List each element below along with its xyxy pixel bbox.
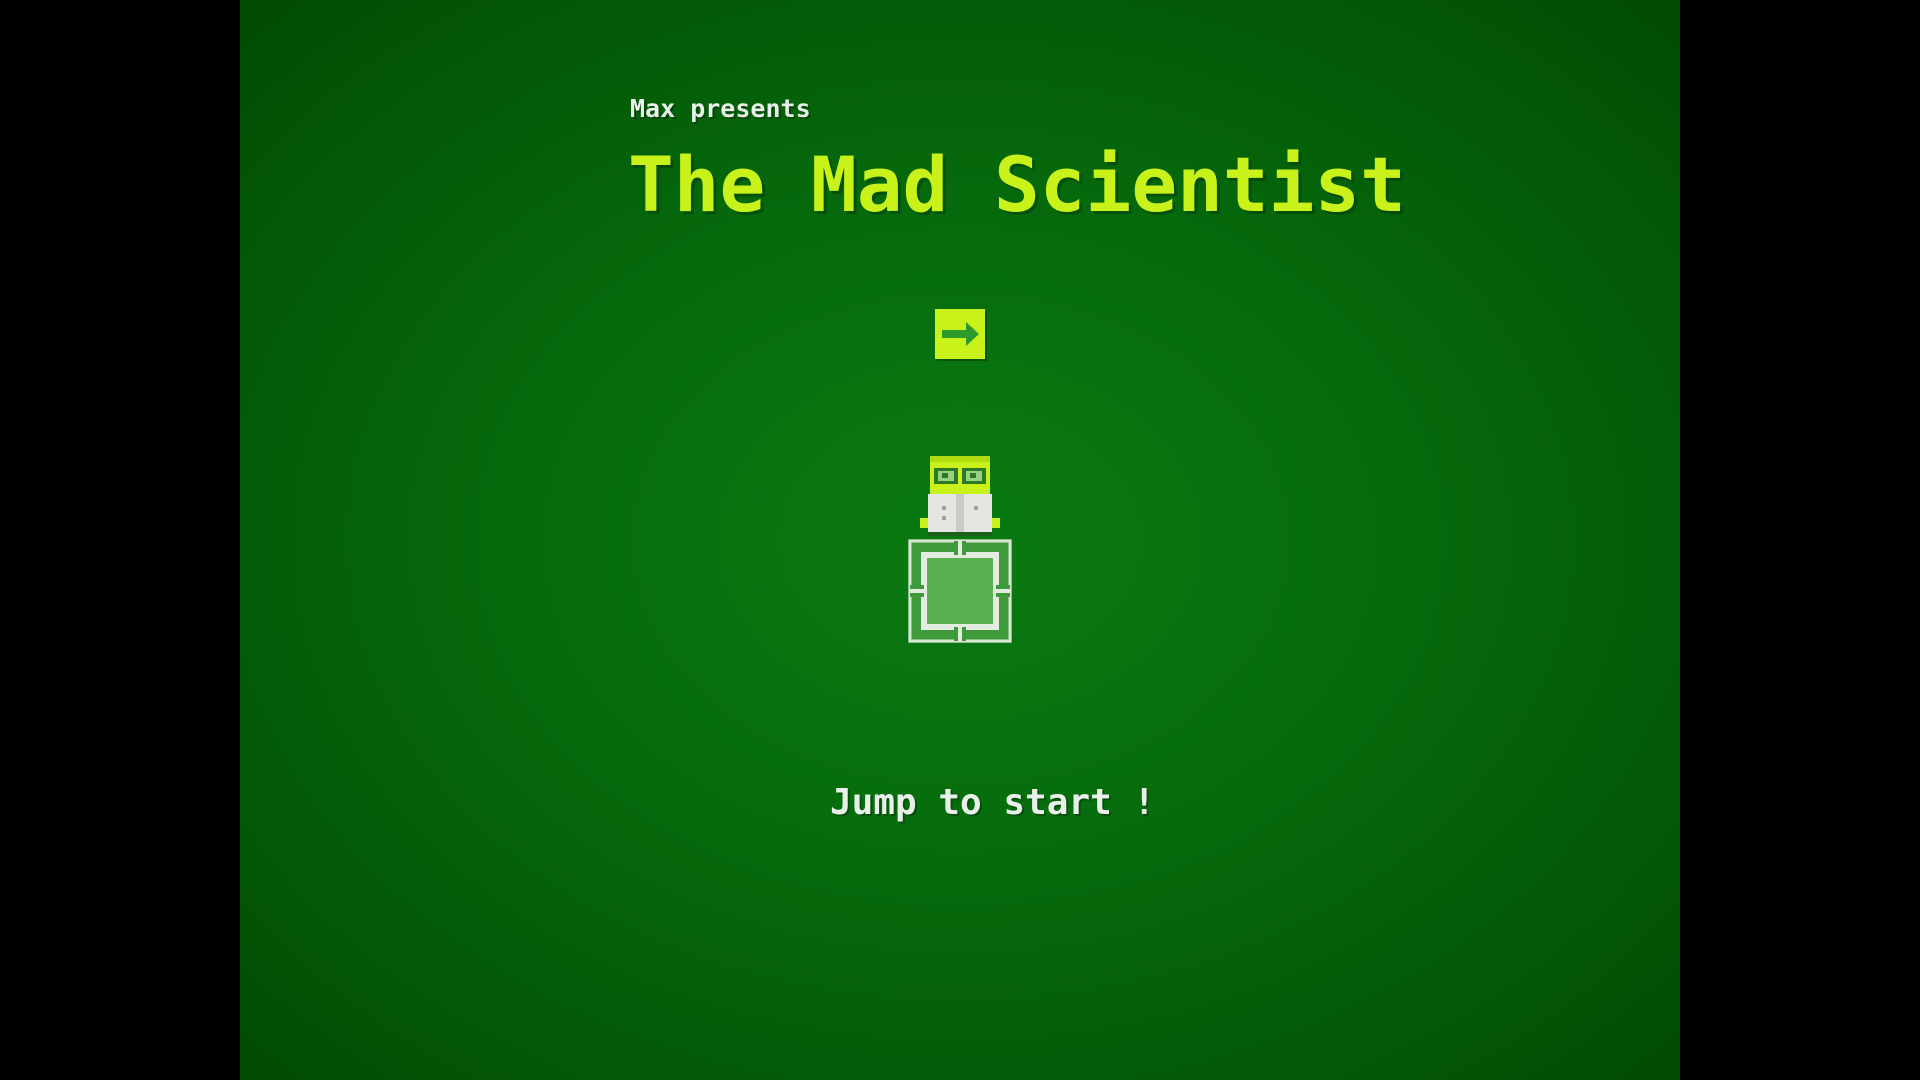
presenter-credit: Max presents (630, 94, 811, 123)
mad-scientist-sprite (914, 456, 1006, 538)
letterbox-left (0, 0, 240, 1080)
game-screen[interactable]: Max presents The Mad Scientist Jump to s… (240, 0, 1680, 1080)
start-prompt: Jump to start ! (830, 782, 1156, 823)
platform-block (908, 539, 1012, 643)
letterbox-right (1680, 0, 1920, 1080)
arrow-right-icon (935, 309, 985, 359)
game-title: The Mad Scientist (628, 140, 1406, 229)
